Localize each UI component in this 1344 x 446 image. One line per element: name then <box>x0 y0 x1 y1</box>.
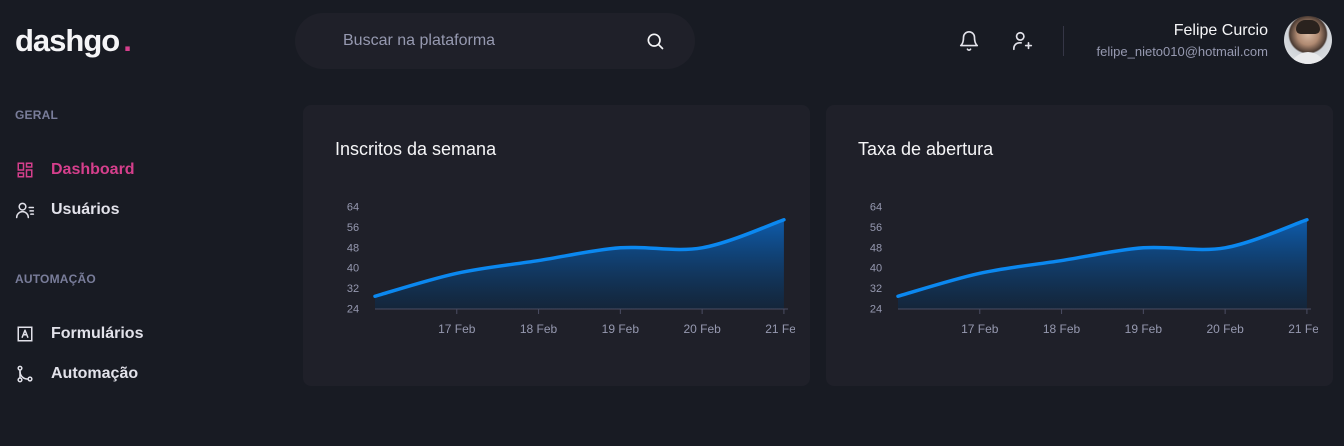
git-merge-icon <box>15 364 35 384</box>
avatar[interactable] <box>1284 16 1332 64</box>
user-profile[interactable]: Felipe Curcio felipe_nieto010@hotmail.co… <box>1097 16 1332 64</box>
sidebar-item-label: Formulários <box>51 325 144 342</box>
nav-section-geral: GERAL Dashboard Usuários <box>15 108 135 222</box>
x-tick-label: 19 Feb <box>602 322 640 336</box>
y-tick-label: 32 <box>347 283 359 295</box>
chart-title: Taxa de abertura <box>858 139 994 159</box>
chart-inscritos[interactable]: 24 32 40 48 56 64 17 Feb 18 Feb 19 Feb 20 Feb 21 F… <box>335 197 795 347</box>
sidebar-item-label: Dashboard <box>51 161 135 178</box>
chart-taxa[interactable]: 24 32 40 48 56 64 17 Feb 18 Feb 19 Feb 20 Feb 21 F… <box>858 197 1318 347</box>
dashboard-icon <box>15 160 35 180</box>
sidebar-item-usuarios[interactable]: Usuários <box>15 198 135 222</box>
y-tick-label: 56 <box>347 222 359 234</box>
bell-icon[interactable] <box>958 30 980 52</box>
x-tick-label: 17 Feb <box>961 322 999 336</box>
avatar-hair <box>1296 20 1320 34</box>
y-tick-label: 24 <box>347 304 359 316</box>
x-tick-label: 21 Feb <box>1288 322 1318 336</box>
y-tick-label: 48 <box>347 242 359 254</box>
x-tick-label: 19 Feb <box>1125 322 1163 336</box>
chart-card-inscritos: Inscritos da semana 24 32 40 48 56 64 17 Feb 18… <box>303 105 810 386</box>
y-tick-label: 56 <box>870 222 882 234</box>
header-divider <box>1063 26 1064 56</box>
y-tick-label: 32 <box>870 283 882 295</box>
sidebar-item-label: Usuários <box>51 201 120 218</box>
brand-dot: . <box>123 23 132 58</box>
y-tick-label: 48 <box>870 242 882 254</box>
forms-icon <box>15 324 35 344</box>
x-tick-label: 20 Feb <box>1206 322 1244 336</box>
search-bar[interactable] <box>295 13 695 69</box>
chart-card-taxa: Taxa de abertura 24 32 40 48 56 64 17 Feb 18 Fe… <box>826 105 1333 386</box>
y-tick-label: 40 <box>870 263 882 275</box>
chart-area <box>898 219 1307 309</box>
chart-area <box>375 219 784 309</box>
x-tick-label: 18 Feb <box>1043 322 1081 336</box>
y-tick-label: 40 <box>347 263 359 275</box>
x-tick-label: 21 Feb <box>765 322 795 336</box>
chart-title: Inscritos da semana <box>335 139 497 159</box>
sidebar-item-formularios[interactable]: Formulários <box>15 322 143 346</box>
sidebar-item-dashboard[interactable]: Dashboard <box>15 158 135 182</box>
nav-section-title: GERAL <box>15 108 58 122</box>
search-icon[interactable] <box>645 31 665 51</box>
profile-info: Felipe Curcio felipe_nieto010@hotmail.co… <box>1097 21 1268 59</box>
x-tick-label: 18 Feb <box>520 322 558 336</box>
profile-name: Felipe Curcio <box>1173 22 1268 39</box>
nav-section-title: AUTOMAÇÃO <box>15 272 96 286</box>
sidebar-item-automacao[interactable]: Automação <box>15 362 143 386</box>
y-tick-label: 64 <box>870 202 882 214</box>
nav-section-automacao: AUTOMAÇÃO Formulários Automação <box>15 272 143 386</box>
sidebar-item-label: Automação <box>51 365 139 382</box>
search-input[interactable] <box>343 32 645 50</box>
y-tick-label: 64 <box>347 202 359 214</box>
header-actions <box>958 30 1034 52</box>
add-user-icon[interactable] <box>1012 30 1034 52</box>
avatar-shirt <box>1290 52 1326 64</box>
x-tick-label: 17 Feb <box>438 322 476 336</box>
users-icon <box>15 200 35 220</box>
y-tick-label: 24 <box>870 304 882 316</box>
brand-logo[interactable]: dashgo. <box>15 23 132 59</box>
profile-email: felipe_nieto010@hotmail.com <box>1096 44 1268 59</box>
brand-name: dashgo <box>15 23 120 58</box>
x-tick-label: 20 Feb <box>683 322 721 336</box>
